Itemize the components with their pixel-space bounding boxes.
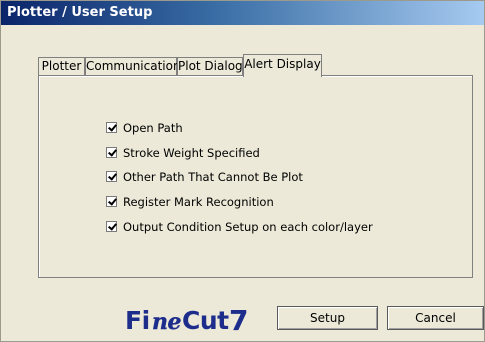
output-condition-label: Output Condition Setup on each color/lay… (123, 220, 373, 234)
finecut-logo: Fi ne Cut 7 (125, 303, 255, 337)
open-path-label: Open Path (123, 121, 183, 135)
register-mark-label: Register Mark Recognition (123, 195, 274, 209)
svg-text:Fi: Fi (125, 306, 150, 335)
tab-alert-display[interactable]: Alert Display (243, 54, 322, 77)
tab-communication[interactable]: Communication (85, 57, 181, 75)
window-title: Plotter / User Setup (7, 5, 153, 20)
open-path-checkbox[interactable] (106, 122, 117, 133)
title-bar[interactable]: Plotter / User Setup (1, 1, 484, 25)
other-path-checkbox[interactable] (106, 171, 117, 182)
cancel-button[interactable]: Cancel (387, 306, 484, 330)
setup-button[interactable]: Setup (277, 306, 378, 330)
user-setup-dialog: Plotter / User Setup Plotter Communicati… (0, 0, 485, 342)
tab-plot-dialog[interactable]: Plot Dialog (177, 57, 243, 75)
tab-strip: Plotter Communication Plot Dialog Alert … (38, 54, 448, 77)
finecut-logo-graphic: Fi ne Cut 7 (125, 304, 248, 337)
svg-text:Cut: Cut (182, 306, 229, 335)
other-path-label: Other Path That Cannot Be Plot (123, 170, 303, 184)
svg-text:ne: ne (152, 309, 181, 335)
register-mark-checkbox[interactable] (106, 196, 117, 207)
alert-display-panel: Open Path Stroke Weight Specified Other … (38, 75, 473, 278)
stroke-weight-label: Stroke Weight Specified (123, 146, 260, 160)
stroke-weight-checkbox[interactable] (106, 147, 117, 158)
svg-text:7: 7 (229, 304, 248, 335)
output-condition-checkbox[interactable] (106, 221, 117, 232)
tab-plotter[interactable]: Plotter (38, 57, 85, 75)
